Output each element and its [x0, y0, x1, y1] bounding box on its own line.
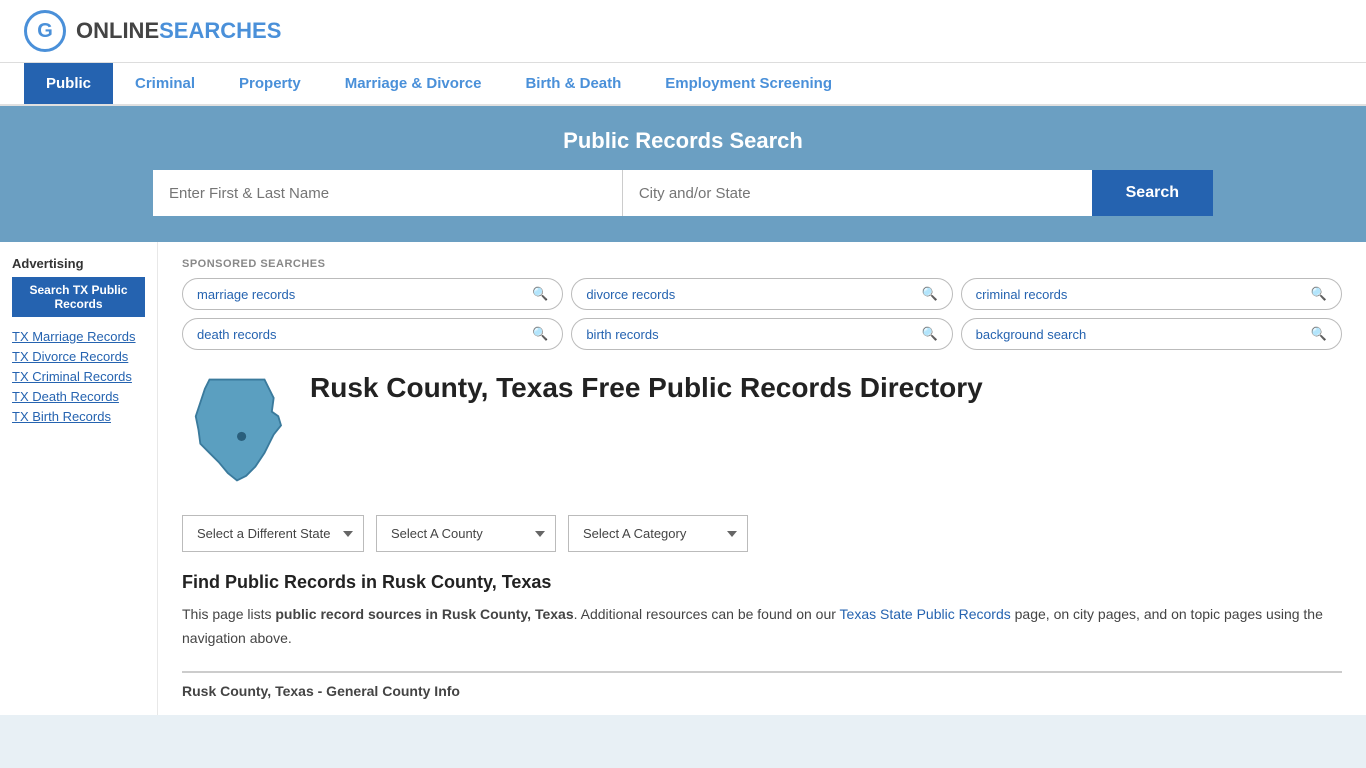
sidebar-link-birth[interactable]: TX Birth Records: [12, 409, 145, 424]
search-banner: Public Records Search Search: [0, 106, 1366, 242]
body-pre: This page lists: [182, 606, 275, 622]
search-banner-title: Public Records Search: [24, 128, 1342, 154]
texas-map: [182, 370, 292, 493]
tag-background[interactable]: background search 🔍: [961, 318, 1342, 350]
logo-area: G ONLINE SEARCHES: [24, 10, 281, 52]
state-dropdown[interactable]: Select a Different State: [182, 515, 364, 552]
sponsored-label: SPONSORED SEARCHES: [182, 258, 1342, 270]
county-dropdown[interactable]: Select A County: [376, 515, 556, 552]
location-input[interactable]: [623, 170, 1092, 216]
body-bold: public record sources in Rusk County, Te…: [275, 606, 573, 622]
logo-icon: G: [24, 10, 66, 52]
main-wrap: Advertising Search TX Public Records TX …: [0, 242, 1366, 715]
tag-divorce[interactable]: divorce records 🔍: [571, 278, 952, 310]
logo-text: ONLINE SEARCHES: [76, 18, 281, 44]
logo-searches: SEARCHES: [159, 18, 281, 44]
search-form: Search: [153, 170, 1213, 216]
search-icon-2: 🔍: [921, 286, 937, 302]
sidebar-ad-label: Advertising: [12, 256, 145, 271]
nav-item-public[interactable]: Public: [24, 63, 113, 104]
tag-marriage[interactable]: marriage records 🔍: [182, 278, 563, 310]
content-area: SPONSORED SEARCHES marriage records 🔍 di…: [158, 242, 1366, 715]
tag-birth[interactable]: birth records 🔍: [571, 318, 952, 350]
nav-item-employment[interactable]: Employment Screening: [643, 63, 854, 104]
search-tags-grid: marriage records 🔍 divorce records 🔍 cri…: [182, 278, 1342, 350]
search-icon-3: 🔍: [1311, 286, 1327, 302]
main-nav: Public Criminal Property Marriage & Divo…: [0, 63, 1366, 106]
search-icon-4: 🔍: [532, 326, 548, 342]
sidebar-ad-button[interactable]: Search TX Public Records: [12, 277, 145, 317]
sidebar-link-divorce[interactable]: TX Divorce Records: [12, 349, 145, 364]
search-icon-1: 🔍: [532, 286, 548, 302]
search-icon-6: 🔍: [1311, 326, 1327, 342]
dropdowns-row: Select a Different State Select A County…: [182, 515, 1342, 552]
nav-item-birth-death[interactable]: Birth & Death: [503, 63, 643, 104]
search-icon-5: 🔍: [921, 326, 937, 342]
sidebar-link-marriage[interactable]: TX Marriage Records: [12, 329, 145, 344]
search-button[interactable]: Search: [1092, 170, 1213, 216]
county-title-area: Rusk County, Texas Free Public Records D…: [310, 370, 983, 406]
sidebar-link-death[interactable]: TX Death Records: [12, 389, 145, 404]
body-mid: . Additional resources can be found on o…: [574, 606, 840, 622]
tag-death[interactable]: death records 🔍: [182, 318, 563, 350]
county-section: Rusk County, Texas Free Public Records D…: [182, 370, 1342, 493]
nav-item-property[interactable]: Property: [217, 63, 323, 104]
info-bar: Rusk County, Texas - General County Info: [182, 671, 1342, 699]
sidebar-link-criminal[interactable]: TX Criminal Records: [12, 369, 145, 384]
category-dropdown[interactable]: Select A Category: [568, 515, 748, 552]
tag-criminal[interactable]: criminal records 🔍: [961, 278, 1342, 310]
nav-item-marriage-divorce[interactable]: Marriage & Divorce: [323, 63, 504, 104]
sidebar: Advertising Search TX Public Records TX …: [0, 242, 158, 715]
texas-state-link[interactable]: Texas State Public Records: [840, 606, 1011, 622]
nav-item-criminal[interactable]: Criminal: [113, 63, 217, 104]
texas-map-svg: [182, 370, 292, 490]
find-records-body: This page lists public record sources in…: [182, 603, 1342, 651]
header: G ONLINE SEARCHES: [0, 0, 1366, 63]
name-input[interactable]: [153, 170, 623, 216]
county-title: Rusk County, Texas Free Public Records D…: [310, 370, 983, 406]
find-records-heading: Find Public Records in Rusk County, Texa…: [182, 572, 1342, 593]
info-bar-title: Rusk County, Texas - General County Info: [182, 683, 1342, 699]
logo-online: ONLINE: [76, 18, 159, 44]
